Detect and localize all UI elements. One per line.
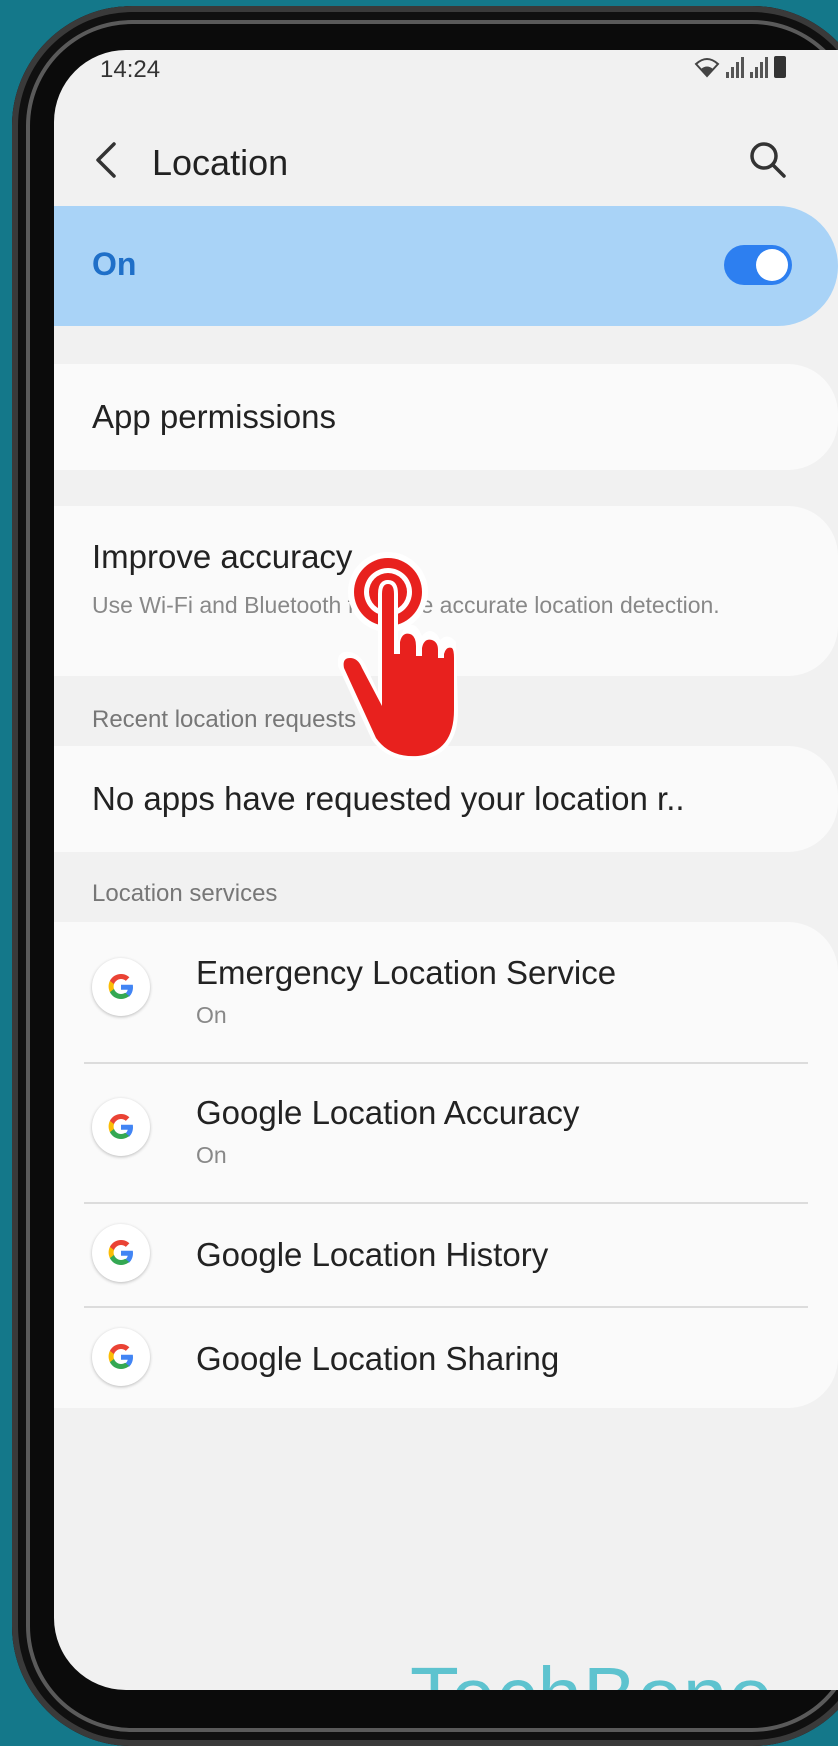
- google-g-icon: [92, 1098, 150, 1156]
- service-title: Emergency Location Service: [196, 954, 617, 991]
- screen: 14:24 Location On App permissions Improv…: [54, 50, 838, 1690]
- service-item-accuracy[interactable]: Google Location Accuracy On: [54, 1062, 838, 1202]
- recent-requests-label: Recent location requests: [92, 706, 357, 733]
- google-g-icon: [92, 958, 150, 1016]
- service-subtitle: On: [196, 1002, 227, 1028]
- signal-icon-2: [750, 56, 768, 78]
- wifi-icon: [694, 58, 720, 78]
- master-toggle-label: On: [92, 246, 137, 282]
- service-title: Google Location Sharing: [196, 1340, 560, 1377]
- google-g-icon: [92, 1224, 150, 1282]
- status-icons: [694, 56, 786, 78]
- back-button[interactable]: [88, 138, 128, 182]
- location-services-card: Emergency Location Service On Google Loc…: [54, 922, 838, 1408]
- location-switch[interactable]: [724, 245, 792, 285]
- techbone-watermark: TechBone: [410, 1650, 774, 1690]
- service-item-history[interactable]: Google Location History: [54, 1202, 838, 1306]
- service-title: Google Location Accuracy: [196, 1094, 580, 1131]
- battery-icon: [774, 56, 786, 78]
- improve-accuracy-title: Improve accuracy: [92, 538, 353, 575]
- app-bar: Location: [54, 120, 838, 200]
- switch-knob: [756, 249, 788, 281]
- recent-requests-empty-text: No apps have requested your location r..: [92, 780, 685, 817]
- app-permissions-title: App permissions: [92, 398, 336, 435]
- service-title: Google Location History: [196, 1236, 549, 1273]
- location-services-label: Location services: [92, 880, 278, 907]
- google-g-icon: [92, 1328, 150, 1386]
- service-item-emergency[interactable]: Emergency Location Service On: [54, 922, 838, 1062]
- location-master-toggle-row[interactable]: On: [54, 206, 838, 326]
- status-time: 14:24: [100, 56, 161, 83]
- tap-hand-icon: [338, 552, 458, 761]
- signal-icon: [726, 56, 744, 78]
- service-item-sharing[interactable]: Google Location Sharing: [54, 1306, 838, 1408]
- page-title: Location: [152, 142, 289, 183]
- search-icon[interactable]: [746, 138, 790, 182]
- status-bar: 14:24: [54, 50, 838, 90]
- service-subtitle: On: [196, 1142, 227, 1168]
- app-permissions-item[interactable]: App permissions: [54, 364, 838, 470]
